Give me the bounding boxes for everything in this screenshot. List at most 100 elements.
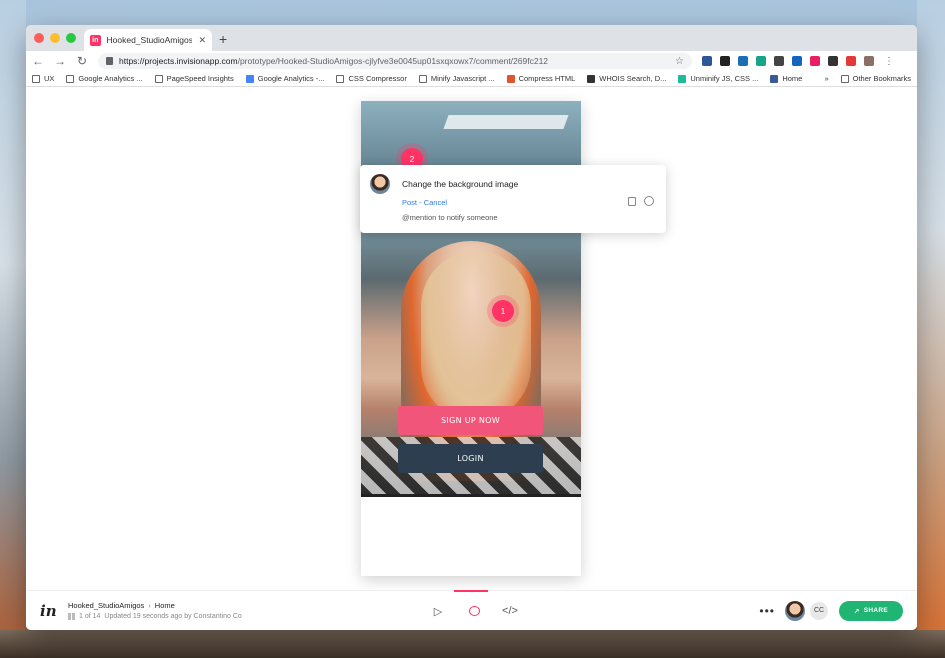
extension-icon-5[interactable] [774,56,784,66]
share-button[interactable]: ↗ SHARE [839,600,903,621]
bookmark-whois[interactable]: WHOIS Search, D... [587,74,666,83]
more-options-icon[interactable]: ••• [759,604,775,618]
unminify-icon [678,74,687,83]
emoji-icon[interactable] [644,196,654,206]
desktop-background-bottom [0,630,945,658]
bookmark-star-icon[interactable]: ☆ [675,56,684,67]
bottom-toolbar: in Hooked_StudioAmigos › Home 1 of 14 Up… [26,590,917,630]
bookmark-ux[interactable]: UX [32,74,54,83]
extension-icon-9[interactable] [846,56,856,66]
bottom-right-actions: ••• CC ↗ SHARE [759,600,903,621]
bookmark-unminify[interactable]: Unminify JS, CSS ... [678,74,758,83]
page-icon [418,74,427,83]
screens-grid-icon[interactable] [68,613,75,620]
page-count: 1 of 14 [79,613,101,620]
tab-close-icon[interactable]: ✕ [198,35,206,46]
url-host: https://projects.invisionapp.com [119,56,238,66]
extension-icon-2[interactable] [720,56,730,66]
hero-background-image [361,101,581,497]
folder-icon [32,74,40,83]
extension-icon-4[interactable] [756,56,766,66]
window-controls [34,33,76,43]
active-mode-indicator [454,590,488,592]
bookmarks-bar: UX Google Analytics ... PageSpeed Insigh… [26,71,917,87]
prototype-canvas: 2 1 SIGN UP NOW LOGIN Change the backgro… [26,87,917,590]
bookmark-home[interactable]: Home [770,74,802,83]
address-bar[interactable]: https://projects.invisionapp.com/prototy… [98,53,692,69]
inspect-mode-code-icon[interactable]: </> [502,604,518,618]
comment-input[interactable]: Change the background image [402,179,518,189]
updated-text: Updated 19 seconds ago by Constantino Co [104,613,242,620]
comment-actions: Post - Cancel [402,198,447,207]
commenter-avatar [370,174,390,194]
ceiling-light-image-part [443,115,569,129]
google-icon [245,74,254,83]
url-text: https://projects.invisionapp.com/prototy… [119,56,548,66]
tab-bar: in Hooked_StudioAmigos - InVision ✕ + [26,25,917,51]
page-icon [66,74,75,83]
extension-icon-8[interactable] [828,56,838,66]
bookmark-pagespeed[interactable]: PageSpeed Insights [154,74,234,83]
cancel-button[interactable]: Cancel [424,198,447,207]
reload-button[interactable]: ↻ [76,54,88,68]
new-tab-button[interactable]: + [219,31,227,47]
lock-icon [106,57,113,65]
close-window-button[interactable] [34,33,44,43]
share-icon: ↗ [853,607,860,615]
collaborator-avatar[interactable] [785,600,805,621]
back-button[interactable]: ← [32,54,44,68]
invision-logo[interactable]: in [40,602,68,620]
mode-switcher: ▷ </> [431,590,518,630]
bookmark-minify-js[interactable]: Minify Javascript ... [418,74,495,83]
facebook-icon [770,74,779,83]
minimize-window-button[interactable] [50,33,60,43]
page-icon [336,74,345,83]
project-name[interactable]: Hooked_StudioAmigos [68,601,144,610]
extension-icon-3[interactable] [738,56,748,66]
signup-button[interactable]: SIGN UP NOW [398,406,543,435]
maximize-window-button[interactable] [66,33,76,43]
hair-image-part [421,251,531,421]
extension-icon-1[interactable] [702,56,712,66]
code-icon [154,74,163,83]
other-bookmarks[interactable]: Other Bookmarks [840,74,911,83]
url-path: /prototype/Hooked-StudioAmigos-cjlyfve3e… [237,56,549,66]
browser-tab[interactable]: in Hooked_StudioAmigos - InVision ✕ [84,29,212,51]
mention-hint: @mention to notify someone [402,213,498,222]
browser-window: in Hooked_StudioAmigos - InVision ✕ + ← … [26,25,917,630]
private-lock-icon[interactable] [628,197,636,206]
bookmark-compress-html[interactable]: Compress HTML [506,74,575,83]
extension-icon-6[interactable] [792,56,802,66]
bookmark-css-compressor[interactable]: CSS Compressor [336,74,407,83]
actions-separator: - [417,198,424,207]
forward-button[interactable]: → [54,54,66,68]
bookmark-google-analytics-1[interactable]: Google Analytics ... [66,74,143,83]
comment-mode-icon[interactable] [467,604,481,618]
collaborator-initials-avatar[interactable]: CC [809,600,829,621]
tab-title: Hooked_StudioAmigos - InVision [106,35,193,45]
breadcrumb-separator: › [148,601,151,610]
browser-toolbar: ← → ↻ https://projects.invisionapp.com/p… [26,51,917,71]
login-button[interactable]: LOGIN [398,444,543,473]
folder-icon [840,74,849,83]
extension-icon-10[interactable] [864,56,874,66]
desktop-background-right [917,0,945,658]
preview-mode-play-icon[interactable]: ▷ [431,604,445,618]
extensions [702,56,874,66]
browser-menu-icon[interactable]: ⋮ [884,56,894,67]
compress-icon [506,74,515,83]
bookmark-google-analytics-2[interactable]: Google Analytics -... [245,74,324,83]
screen-name[interactable]: Home [155,601,175,610]
bookmarks-overflow-button[interactable]: » [824,74,828,83]
share-label: SHARE [863,607,888,614]
comment-pin-1[interactable]: 1 [492,300,514,322]
image-bottom-edge [361,494,581,497]
invision-favicon-icon: in [90,34,101,46]
desktop-background-left [0,0,26,658]
project-info: Hooked_StudioAmigos › Home 1 of 14 Updat… [68,601,242,620]
post-button[interactable]: Post [402,198,417,207]
comment-bubble-icon [468,606,480,616]
whois-icon [587,74,596,83]
extension-icon-7[interactable] [810,56,820,66]
comment-popover: Change the background image Post - Cance… [360,165,666,233]
